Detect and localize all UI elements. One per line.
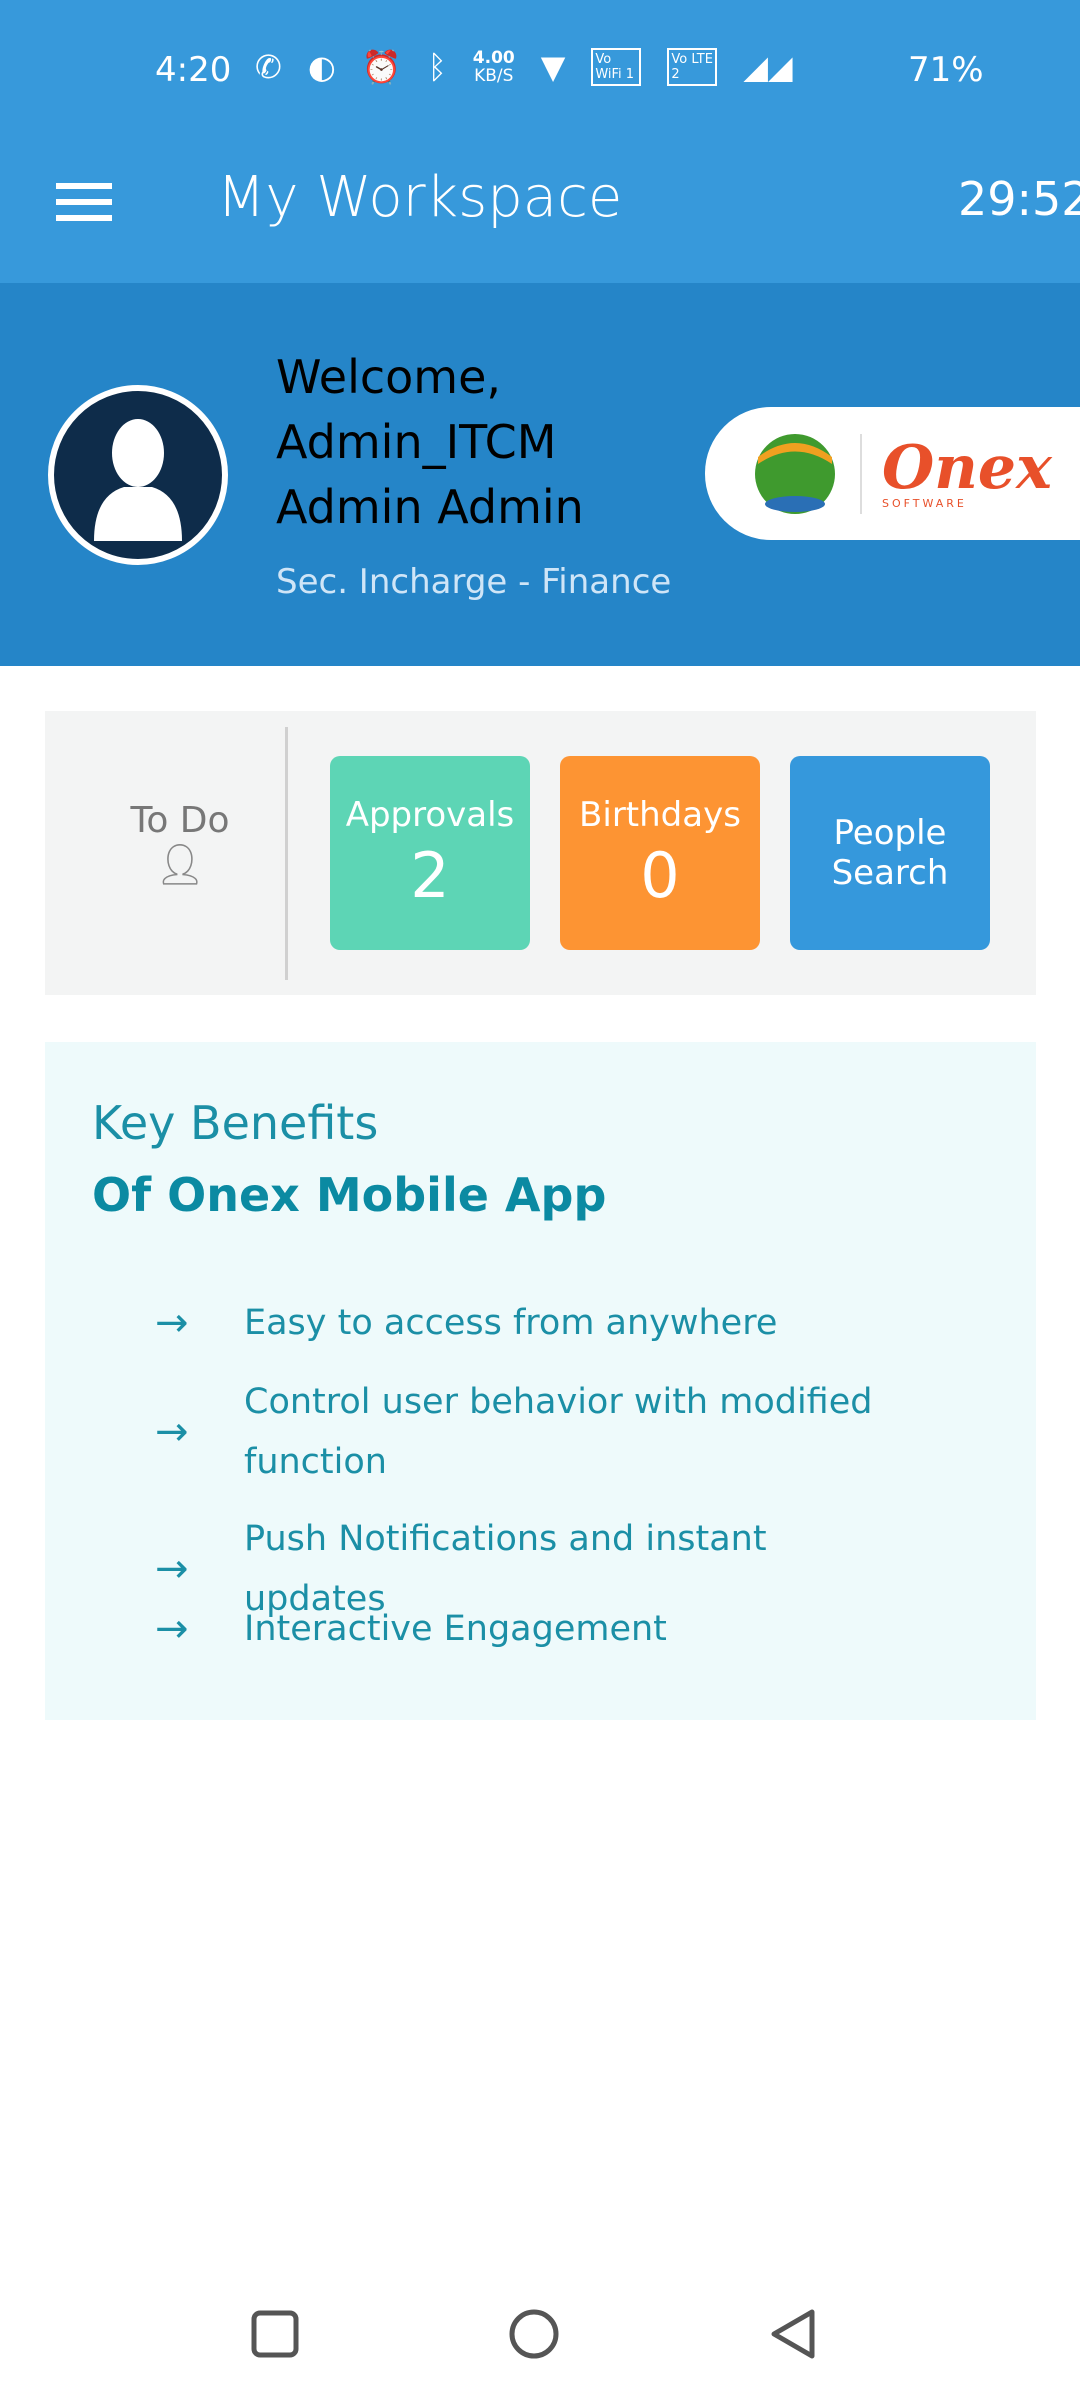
onex-logo: Onex SOFTWARE	[705, 407, 1080, 540]
status-time: 4:20	[155, 50, 232, 90]
todo-section: To Do 👤︎	[100, 800, 260, 888]
globe-logo-icon	[755, 433, 835, 514]
status-icons: ✆ ◐ ⏰ ᛒ 4.00 KB/S ▼ Vo WiFi 1 Vo LTE 2 ◢◢	[255, 48, 793, 86]
arrow-right-icon: →	[155, 1546, 189, 1592]
hamburger-icon[interactable]	[56, 183, 112, 221]
birthdays-count: 0	[640, 838, 680, 912]
birthdays-tile[interactable]: Birthdays 0	[560, 756, 760, 950]
people-search-tile[interactable]: People Search	[790, 756, 990, 950]
alarm-icon: ⏰	[361, 48, 402, 86]
bluetooth-icon: ᛒ	[427, 48, 447, 86]
back-button[interactable]	[771, 2309, 815, 2359]
network-speed: 4.00 KB/S	[472, 48, 515, 86]
list-item: → Easy to access from anywhere	[155, 1293, 904, 1353]
username: Admin_ITCM	[276, 415, 557, 469]
logo-text: Onex	[882, 433, 1052, 503]
battery-level: 71%	[908, 50, 984, 90]
approvals-tile[interactable]: Approvals 2	[330, 756, 530, 950]
vowifi-icon: Vo WiFi 1	[591, 48, 642, 86]
data-saver-icon: ◐	[307, 48, 336, 86]
people-search-label: Search	[831, 853, 949, 893]
top-bar: 4:20 ✆ ◐ ⏰ ᛒ 4.00 KB/S ▼ Vo WiFi 1 Vo LTE…	[0, 0, 1080, 283]
phone-icon: ✆	[255, 48, 282, 86]
system-nav-bar	[0, 2280, 1080, 2400]
benefits-heading: Key Benefits	[92, 1096, 379, 1150]
divider	[285, 727, 288, 980]
arrow-right-icon: →	[155, 1409, 189, 1455]
signal-icon: ◢◢	[743, 48, 793, 86]
volte-icon: Vo LTE 2	[667, 48, 718, 86]
arrow-right-icon: →	[155, 1606, 189, 1652]
page-title: My Workspace	[217, 165, 623, 230]
user-silhouette-icon	[94, 419, 182, 541]
session-timer: 29:52	[958, 172, 1080, 226]
approvals-count: 2	[410, 838, 450, 912]
home-button[interactable]	[509, 2309, 559, 2359]
arrow-right-icon: →	[155, 1300, 189, 1346]
birthdays-label: Birthdays	[579, 794, 741, 835]
recents-button[interactable]	[251, 2310, 299, 2358]
logo-subtext: SOFTWARE	[882, 497, 967, 510]
approvals-label: Approvals	[345, 794, 515, 835]
user-role: Sec. Incharge - Finance	[276, 562, 672, 602]
person-icon: 👤︎	[154, 842, 206, 888]
welcome-text: Welcome,	[276, 350, 502, 404]
avatar[interactable]	[48, 385, 228, 565]
benefits-subheading: Of Onex Mobile App	[92, 1168, 607, 1222]
people-search-label: People	[833, 813, 947, 853]
full-name: Admin Admin	[276, 480, 584, 534]
list-item: → Interactive Engagement	[155, 1599, 904, 1659]
wifi-icon: ▼	[540, 48, 566, 86]
list-item: → Control user behavior with modified fun…	[155, 1382, 873, 1482]
todo-label: To Do	[130, 800, 230, 841]
